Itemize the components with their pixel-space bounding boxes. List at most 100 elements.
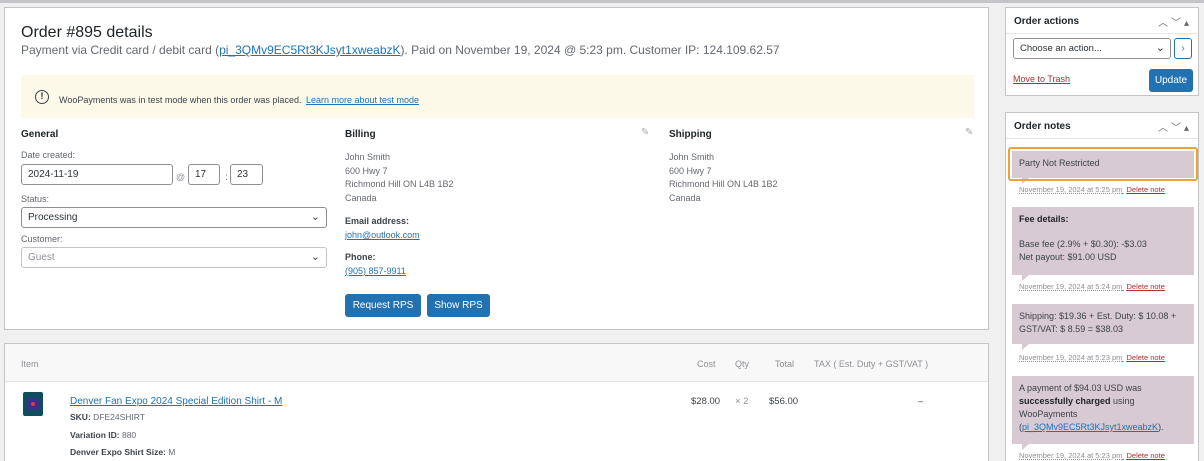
size-label: Denver Expo Shirt Size: [70, 447, 166, 457]
chevron-down-icon: ⌄ [1155, 42, 1165, 54]
product-thumbnail[interactable] [23, 392, 43, 416]
note-line: (pi_3QMv9EC5Rt3KJsyt1xweabzK). [1019, 422, 1164, 432]
hour-input[interactable]: 17 [188, 164, 220, 185]
delete-note-link[interactable]: Delete note [1127, 185, 1165, 194]
minute-input[interactable]: 23 [230, 164, 263, 185]
payment-prefix: Payment via Credit card / debit card ( [21, 43, 220, 57]
billing-country: Canada [345, 192, 377, 203]
note-meta: November 19, 2024 at 5:23 pm Delete note [1019, 353, 1165, 362]
warning-circle-icon: ! [35, 90, 49, 104]
order-actions-box: Order actions ︿﹀▴ Choose an action... ⌄ … [1005, 7, 1199, 96]
status-select[interactable]: Processing ⌄ [21, 207, 327, 228]
variation-label: Variation ID: [70, 430, 120, 440]
payment-id-link[interactable]: pi_3QMv9EC5Rt3KJsyt1xweabzK [219, 43, 400, 57]
learn-more-link[interactable]: Learn more about test mode [306, 95, 419, 105]
update-button[interactable]: Update [1149, 69, 1193, 92]
billing-line2: Richmond Hill ON L4B 1B2 [345, 179, 454, 189]
chevron-up-icon[interactable]: ︿ [1158, 18, 1171, 29]
note-date: November 19, 2024 at 5:23 pm [1019, 451, 1123, 460]
note-line: Net payout: $91.00 USD [1019, 252, 1117, 262]
billing-address: John Smith 600 Hwy 7 Richmond Hill ON L4… [345, 151, 454, 205]
delete-note-link[interactable]: Delete note [1127, 282, 1165, 291]
top-border [0, 0, 1204, 3]
note-date: November 19, 2024 at 5:23 pm [1019, 353, 1123, 362]
note-suffix: using [1110, 396, 1135, 406]
delete-note-link[interactable]: Delete note [1127, 451, 1165, 460]
order-action-select[interactable]: Choose an action... ⌄ [1013, 38, 1171, 59]
request-rps-button[interactable]: Request RPS [345, 294, 421, 317]
edit-billing-pencil-icon[interactable]: ✎ [641, 127, 649, 138]
customer-value: Guest [28, 252, 55, 263]
apply-action-button[interactable]: › [1174, 38, 1192, 59]
toggle-arrow-icon[interactable]: ▴ [1184, 123, 1192, 134]
header-total: Total [775, 359, 795, 369]
note-payment-link[interactable]: pi_3QMv9EC5Rt3KJsyt1xweabzK [1022, 422, 1158, 432]
order-actions-title: Order actions [1014, 16, 1080, 27]
notice-message: WooPayments was in test mode when this o… [59, 95, 302, 105]
item-variation: Variation ID: 880 [70, 430, 136, 440]
sku-value: DFE24SHIRT [93, 412, 145, 422]
note-line: successfully charged using [1019, 395, 1187, 408]
payment-suffix: ). Paid on November 19, 2024 @ 5:23 pm. … [400, 43, 780, 57]
note-title: Fee details: [1019, 214, 1069, 224]
date-created-input[interactable]: 2024-11-19 [21, 164, 173, 185]
item-tax: – [918, 396, 924, 407]
phone-link[interactable]: (905) 857-9911 [345, 266, 406, 276]
chevron-up-icon[interactable]: ︿ [1158, 123, 1171, 134]
chevron-down-icon: ⌄ [310, 211, 320, 223]
note-fee-details: Fee details: Base fee (2.9% + $0.30): -$… [1012, 207, 1194, 281]
item-total: $56.00 [769, 396, 799, 407]
billing-name: John Smith [345, 152, 391, 162]
shipping-heading: Shipping [669, 129, 712, 140]
note-meta: November 19, 2024 at 5:24 pm Delete note [1019, 282, 1165, 291]
note-payment-charged: A payment of $94.03 USD was successfully… [1012, 376, 1194, 450]
edit-shipping-pencil-icon[interactable]: ✎ [965, 127, 973, 138]
order-items-panel: Item Cost Qty Total TAX ( Est. Duty + GS… [4, 343, 989, 461]
highlight-frame [1008, 147, 1198, 181]
item-name-link[interactable]: Denver Fan Expo 2024 Special Edition Shi… [70, 396, 282, 407]
test-mode-notice: ! WooPayments was in test mode when this… [21, 75, 974, 118]
box-controls[interactable]: ︿﹀▴ [1158, 14, 1192, 29]
move-to-trash-link[interactable]: Move to Trash [1013, 74, 1070, 84]
toggle-arrow-icon[interactable]: ▴ [1184, 18, 1192, 29]
date-created-label: Date created: [21, 150, 76, 160]
note-shipping-duty: Shipping: $19.36 + Est. Duty: $ 10.08 + … [1012, 304, 1194, 350]
billing-line1: 600 Hwy 7 [345, 165, 388, 176]
shipping-address: John Smith 600 Hwy 7 Richmond Hill ON L4… [669, 151, 778, 205]
email-link[interactable]: john@outlook.com [345, 230, 420, 240]
billing-heading: Billing [345, 129, 376, 140]
at-sign: @ [176, 172, 186, 182]
header-tax: TAX ( Est. Duty + GST/VAT ) [814, 359, 929, 369]
note-line: WooPayments [1019, 409, 1078, 419]
order-subtitle: Payment via Credit card / debit card (pi… [21, 43, 780, 57]
sku-label: SKU: [70, 412, 91, 422]
delete-note-link[interactable]: Delete note [1127, 353, 1165, 362]
customer-select[interactable]: Guest ⌄ [21, 247, 327, 268]
item-cost: $28.00 [691, 396, 721, 407]
order-actions-header: Order actions ︿﹀▴ [1006, 8, 1198, 34]
note-bold: successfully charged [1019, 396, 1111, 406]
show-rps-button[interactable]: Show RPS [427, 294, 490, 317]
note-line: GST/VAT: $ 8.59 = $38.03 [1019, 324, 1123, 334]
status-label: Status: [21, 194, 50, 204]
chevron-down-icon: ⌄ [310, 251, 320, 263]
note-line: Base fee (2.9% + $0.30): -$3.03 [1019, 239, 1147, 249]
item-size: Denver Expo Shirt Size: M [70, 447, 175, 457]
order-data-panel: Order #895 details Payment via Credit ca… [4, 7, 989, 330]
chevron-down-icon[interactable]: ﹀ [1171, 18, 1184, 29]
header-cost: Cost [697, 359, 716, 369]
order-title: Order #895 details [21, 24, 153, 41]
time-colon: : [225, 172, 228, 183]
note-meta: November 19, 2024 at 5:23 pm Delete note [1019, 451, 1165, 460]
shipping-line2: Richmond Hill ON L4B 1B2 [669, 179, 778, 189]
customer-label: Customer: [21, 234, 63, 244]
item-sku: SKU: DFE24SHIRT [70, 412, 145, 422]
shipping-name: John Smith [669, 152, 715, 162]
chevron-down-icon[interactable]: ﹀ [1171, 123, 1184, 134]
order-action-value: Choose an action... [1020, 43, 1102, 54]
box-controls[interactable]: ︿﹀▴ [1158, 119, 1192, 134]
shipping-line1: 600 Hwy 7 [669, 165, 712, 176]
phone-label: Phone: [345, 252, 376, 262]
items-table-header: Item Cost Qty Total TAX ( Est. Duty + GS… [5, 344, 988, 382]
header-qty: Qty [735, 359, 750, 369]
